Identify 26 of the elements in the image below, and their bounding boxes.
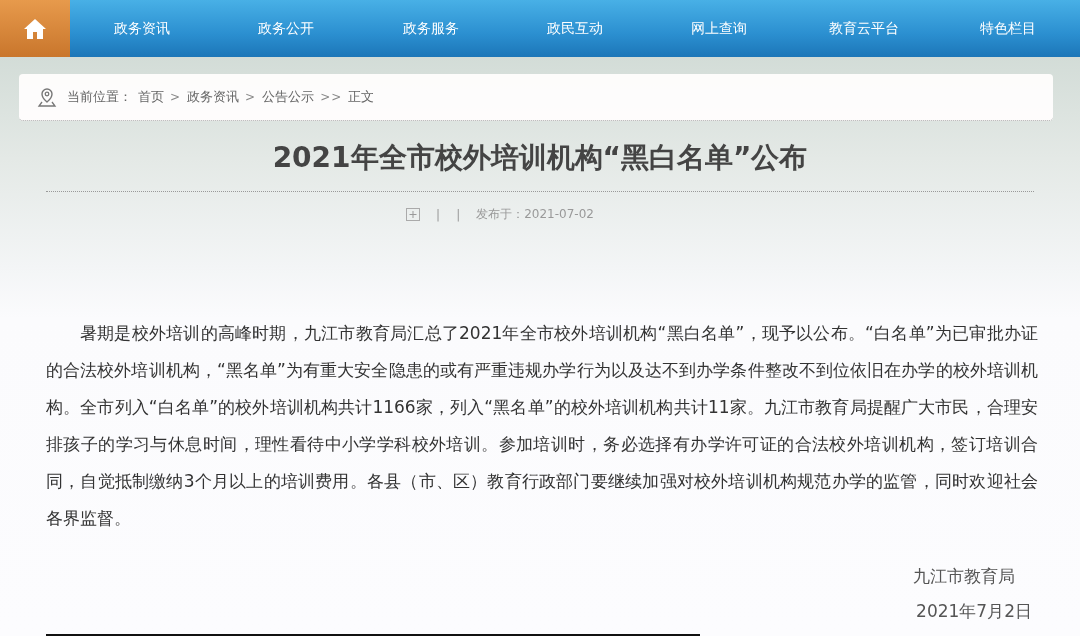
breadcrumb-link[interactable]: 政务资讯 [187,88,240,106]
date-text: 2021年7月2日 [916,600,1032,623]
breadcrumb-separator: > [170,90,182,104]
nav-link[interactable]: 政务服务 [358,19,503,38]
nav-link[interactable]: 特色栏目 [935,19,1080,38]
meta-text: | [456,207,461,222]
location-pin-icon [37,87,57,107]
home-button[interactable] [0,0,70,57]
font-size-icon[interactable] [406,208,421,221]
breadcrumb-link[interactable]: 首页 [138,88,164,106]
home-icon [23,17,47,40]
meta-text: 发布于：2021-07-02 [476,206,594,223]
breadcrumb-label: 当前位置： [67,88,132,106]
breadcrumb-separator: >> [320,90,343,104]
nav-link[interactable]: 政务资讯 [70,19,215,38]
breadcrumb-link[interactable]: 正文 [348,88,375,106]
nav-link[interactable]: 政民互动 [502,19,648,38]
breadcrumb-separator: > [245,90,257,104]
breadcrumb-link[interactable]: 公告公示 [262,88,315,106]
nav-link[interactable]: 网上查询 [647,19,792,38]
signature-text: 九江市教育局 [913,565,1015,588]
article-title: 2021年全市校外培训机构“黑白名单”公布 [46,139,1034,192]
meta-text: | [436,207,441,222]
nav-link[interactable]: 教育云平台 [791,19,936,38]
nav-link[interactable]: 政务公开 [214,19,359,38]
article-paragraph: 暑期是校外培训的高峰时期，九江市教育局汇总了2021年全市校外培训机构“黑白名单”，现予以公布。“白名单”为已审批办证的合法校外培训机构，“黑名单”为有重大安全隐患的或有严重违规办学行为以及达不到办学条件整改不到位依旧在办学的校外培训机构。全市列入“白名单”的校外培训机构共计1166家，列入“黑名单”的校外培训机构共计11家。九江市教育局提醒广大市民，合理安排孩子的学习与休息时间，理性看待中小学学科校外培训。参加培训时，务必选择有办学许可证的合法校外培训机构，签订培训合同，自觉抵制缴纳3个月以上的培训费用。各县（市、区）教育行政部门要继续加强对校外培训机构规范办学的监管，同时欢迎社会各界监督。 [46,322,1038,530]
